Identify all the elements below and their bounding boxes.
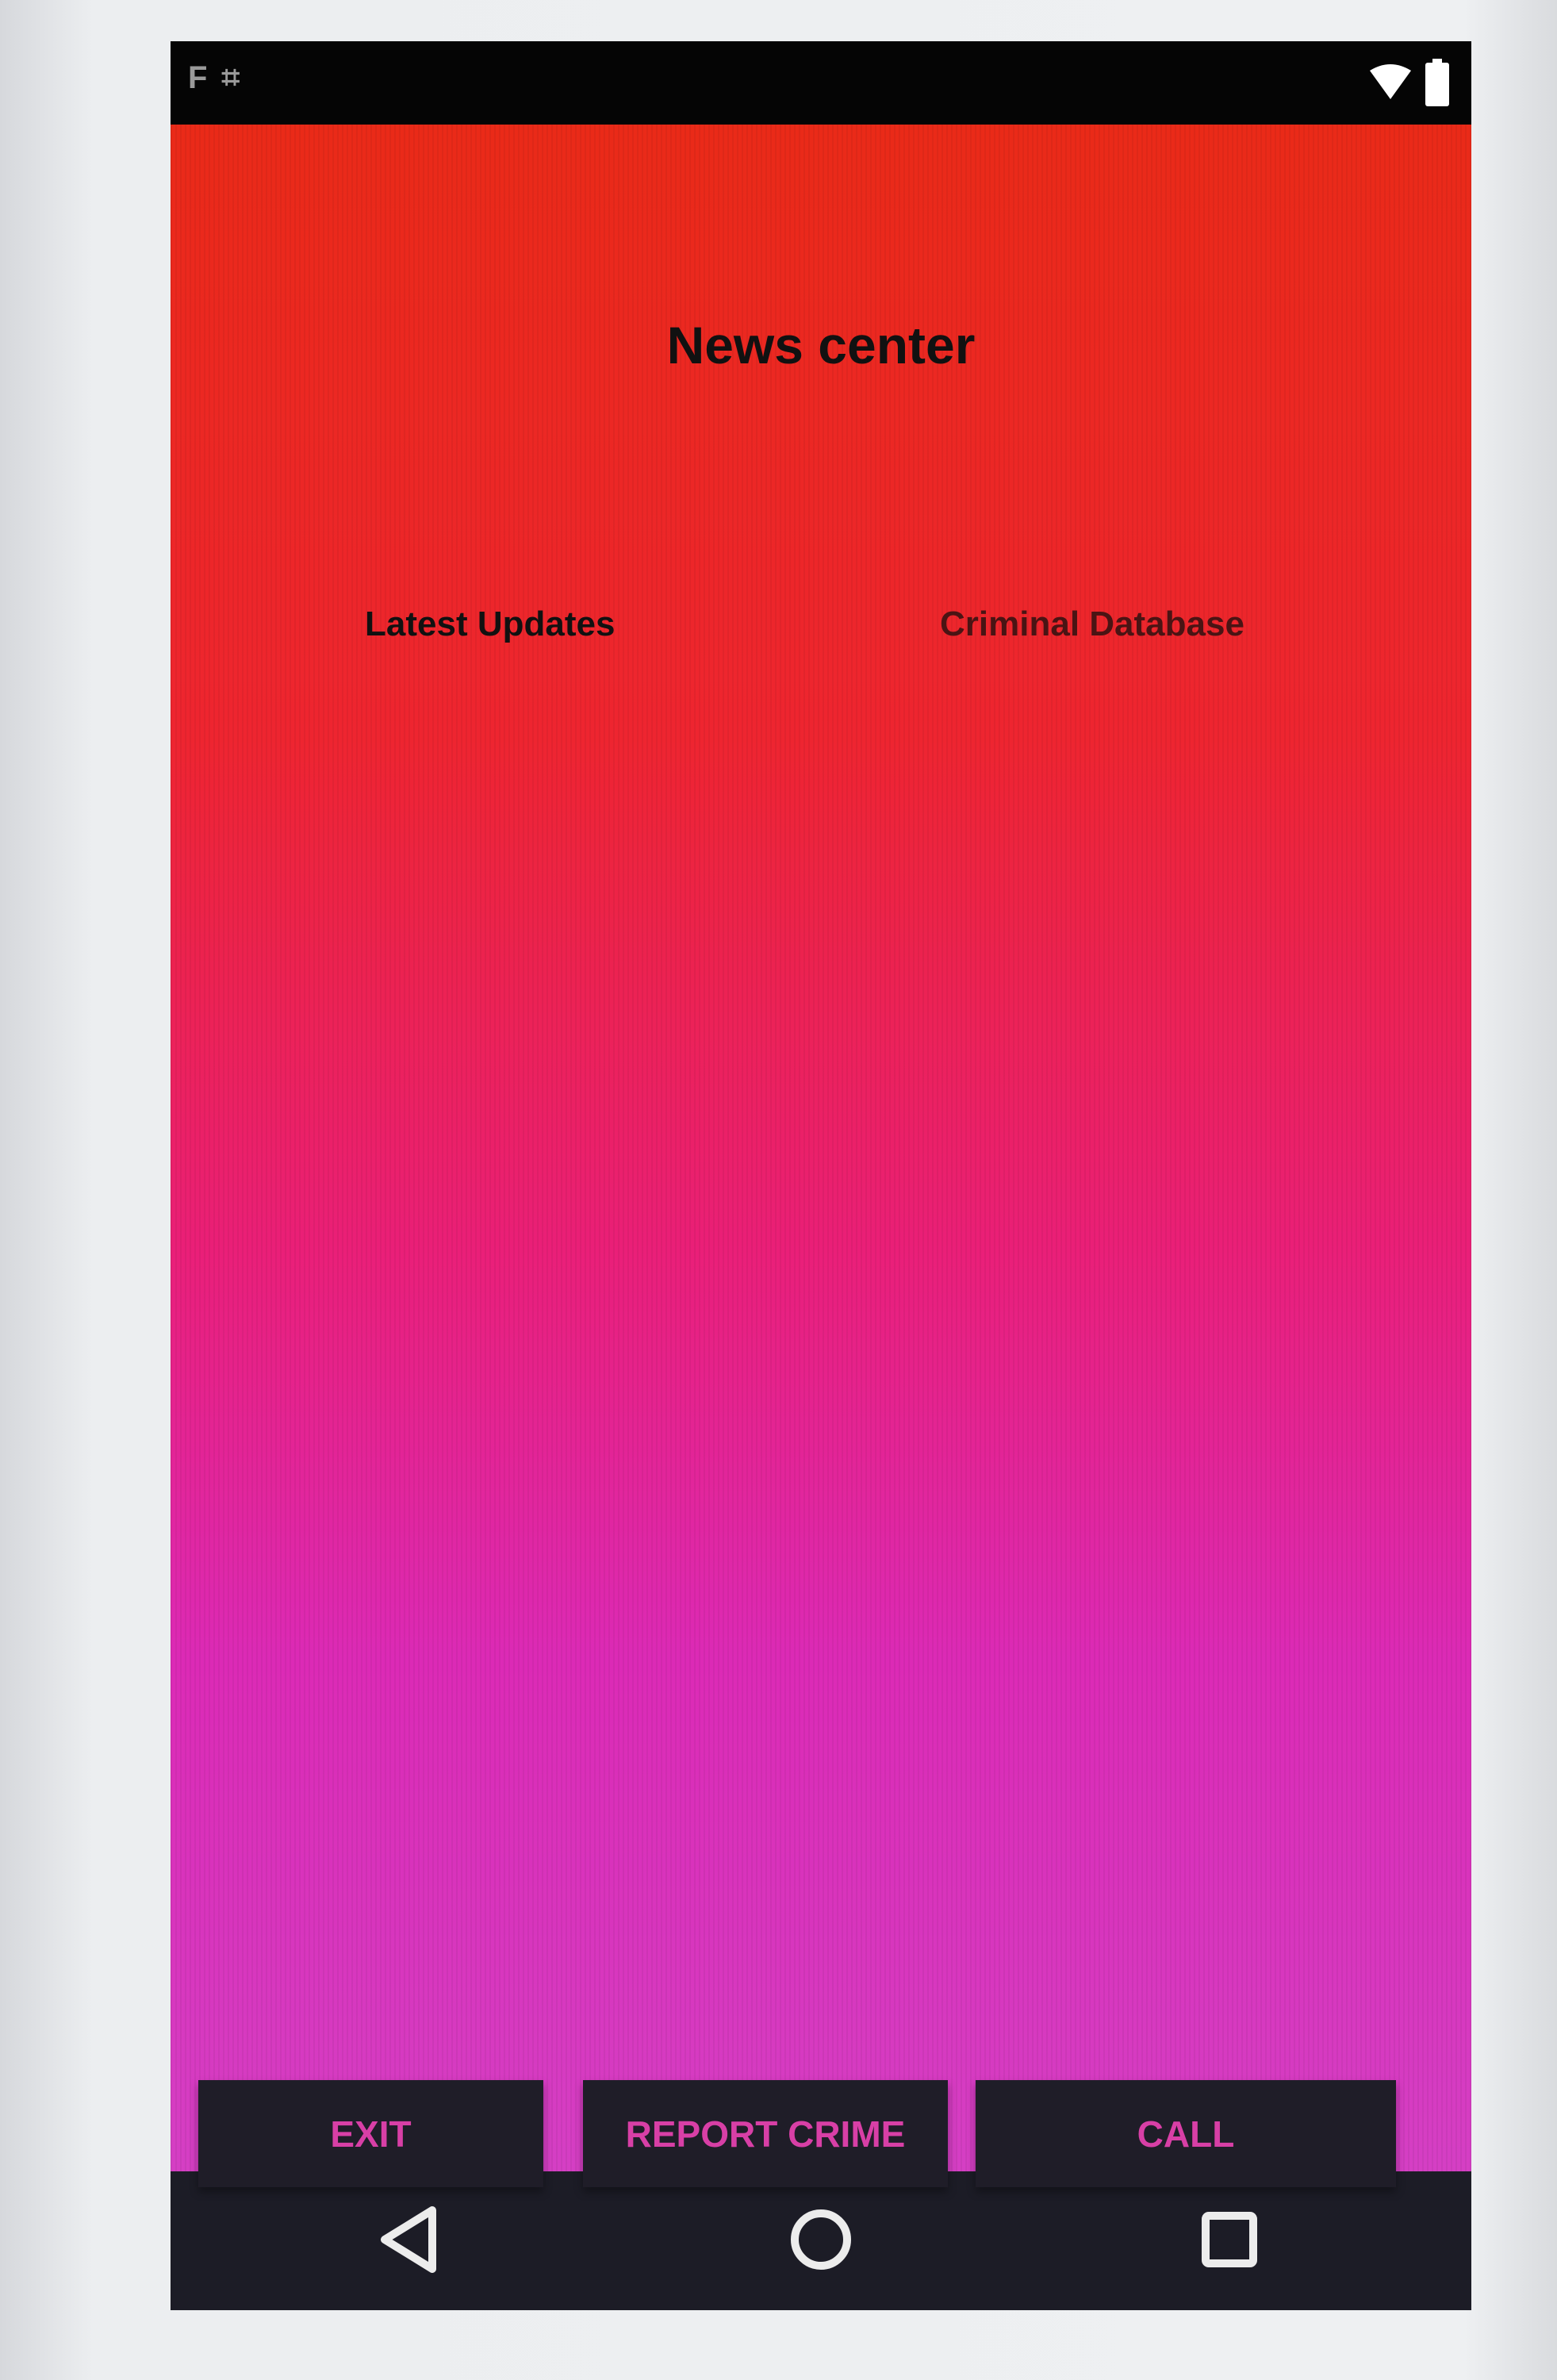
recent-apps-button[interactable] bbox=[1190, 2202, 1269, 2281]
navigation-bar bbox=[171, 2171, 1471, 2310]
battery-icon bbox=[1424, 59, 1451, 110]
recent-apps-icon bbox=[1199, 2209, 1260, 2274]
call-button[interactable]: CALL bbox=[976, 2080, 1396, 2187]
home-icon bbox=[788, 2206, 854, 2277]
status-icons bbox=[1368, 59, 1451, 110]
status-bar: F ⌗ bbox=[171, 41, 1471, 125]
app-content: News center Latest Updates Criminal Data… bbox=[171, 125, 1471, 2187]
page-title: News center bbox=[666, 316, 976, 374]
back-icon bbox=[377, 2205, 440, 2278]
home-button[interactable] bbox=[781, 2202, 861, 2281]
criminal-database-link[interactable]: Criminal Database bbox=[940, 605, 1244, 644]
exit-button[interactable]: EXIT bbox=[198, 2080, 543, 2187]
report-crime-button[interactable]: REPORT CRIME bbox=[583, 2080, 948, 2187]
latest-updates-link[interactable]: Latest Updates bbox=[365, 605, 615, 644]
status-glyph-1: F bbox=[188, 60, 208, 95]
wifi-icon bbox=[1368, 64, 1413, 105]
back-button[interactable] bbox=[369, 2202, 448, 2281]
status-notifications: F ⌗ bbox=[188, 62, 240, 94]
status-glyph-2: ⌗ bbox=[221, 60, 240, 95]
phone-screen: F ⌗ News center Latest Updates Criminal … bbox=[171, 41, 1471, 2310]
